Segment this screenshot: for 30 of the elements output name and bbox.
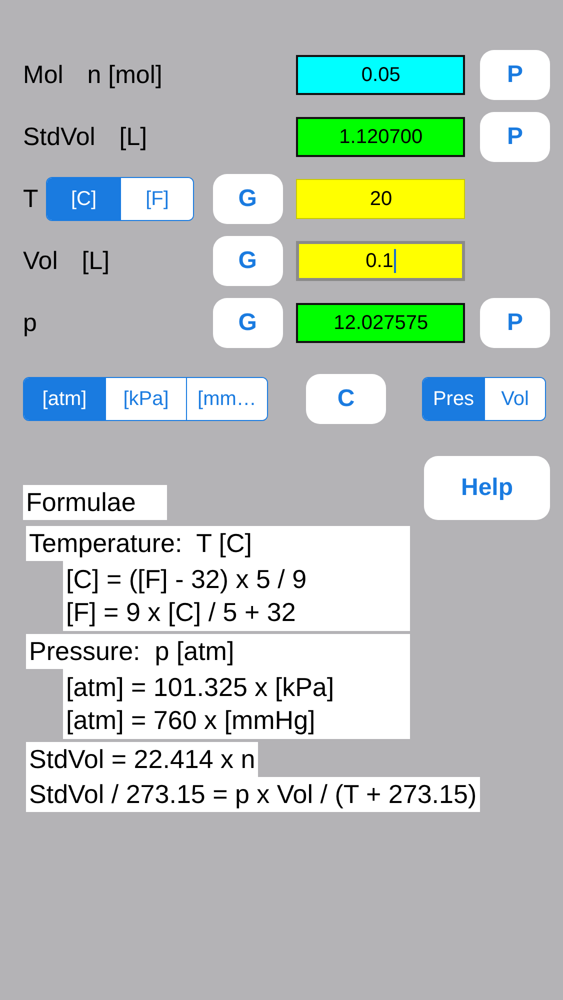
field-label: Vol [23,246,58,276]
g-button[interactable]: G [212,298,283,348]
value-field[interactable]: 0.1 [296,241,466,281]
p-button[interactable]: P [480,50,550,100]
unit-label: [L] [119,122,148,152]
unit-label: [L] [82,246,110,276]
segment-option[interactable]: [F] [120,178,194,220]
value-field[interactable]: 12.027575 [296,303,466,343]
clear-button[interactable]: C [306,374,386,424]
g-button[interactable]: G [212,174,283,224]
section-heading: Pressure: p [atm] [26,634,410,669]
field-label: StdVol [23,122,96,152]
field-label: T [23,184,38,214]
segment-option[interactable]: Pres [423,378,484,420]
segment-option[interactable]: [mm… [186,378,267,420]
g-button[interactable]: G [212,236,283,286]
value-field[interactable]: 0.05 [296,55,466,95]
section-heading: Temperature: T [C] [26,526,410,561]
help-button[interactable]: Help [424,456,550,520]
field-label: p [23,308,37,338]
value-field[interactable]: 1.120700 [296,117,466,157]
field-label: Mol [23,60,64,90]
value-field[interactable]: 20 [296,179,466,219]
segment-option[interactable]: [C] [47,178,120,220]
p-button[interactable]: P [480,112,550,162]
segment-option[interactable]: Vol [484,378,545,420]
p-button[interactable]: P [480,298,550,348]
unit-label: n [mol] [87,60,162,90]
formulae-heading: Formulae [23,485,167,520]
segment-option[interactable]: [atm] [24,378,105,420]
